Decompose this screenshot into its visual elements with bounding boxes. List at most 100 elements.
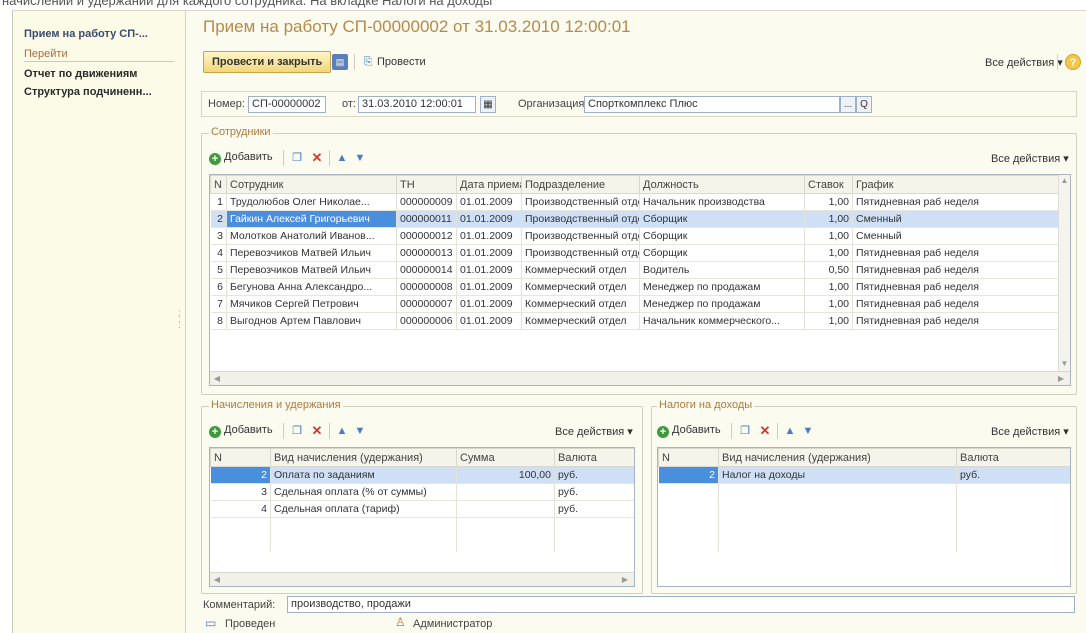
table-cell[interactable]: Коммерческий отдел bbox=[521, 295, 640, 313]
table-cell[interactable]: Сборщик bbox=[639, 227, 805, 245]
column-header[interactable]: Подразделение bbox=[521, 175, 640, 194]
table-cell[interactable]: Молотков Анатолий Иванов... bbox=[226, 227, 397, 245]
table-row[interactable]: 6 Бегунова Анна Александро... 000000008 01.… bbox=[210, 278, 1059, 296]
column-header[interactable]: ТН bbox=[396, 175, 457, 194]
move-up-icon[interactable]: ▲ bbox=[782, 423, 798, 439]
table-cell[interactable]: 8 bbox=[210, 312, 227, 330]
table-row[interactable]: 7 Мячиков Сергей Петрович 000000007 01.01.2… bbox=[210, 295, 1059, 313]
nav-link-movements-report[interactable]: Отчет по движениям bbox=[24, 68, 137, 80]
comment-field[interactable]: производство, продажи bbox=[287, 596, 1075, 613]
table-row[interactable]: 2 Оплата по заданиям 100,00 руб. bbox=[210, 466, 634, 484]
table-cell[interactable]: 000000006 bbox=[396, 312, 457, 330]
panel-splitter-handle[interactable]: ::: bbox=[178, 309, 181, 331]
table-cell[interactable]: 01.01.2009 bbox=[456, 227, 522, 245]
table-cell[interactable]: 5 bbox=[210, 261, 227, 279]
table-cell[interactable]: Коммерческий отдел bbox=[521, 312, 640, 330]
move-down-icon[interactable]: ▼ bbox=[352, 150, 368, 166]
post-button[interactable]: Провести bbox=[377, 56, 426, 68]
table-cell[interactable]: 6 bbox=[210, 278, 227, 296]
table-cell[interactable]: 01.01.2009 bbox=[456, 210, 522, 228]
table-cell[interactable]: 1,00 bbox=[804, 278, 853, 296]
table-cell[interactable]: 01.01.2009 bbox=[456, 312, 522, 330]
table-row[interactable]: 3 Сдельная оплата (% от суммы) руб. bbox=[210, 483, 634, 501]
table-cell[interactable]: Перевозчиков Матвей Ильич bbox=[226, 244, 397, 262]
employees-horizontal-scrollbar[interactable]: ◀ ▶ bbox=[210, 371, 1070, 385]
scroll-left-icon[interactable]: ◀ bbox=[210, 372, 224, 385]
accruals-all-actions-menu[interactable]: Все действия ▾ bbox=[555, 425, 633, 438]
column-header[interactable]: N bbox=[658, 448, 719, 467]
column-header[interactable]: Вид начисления (удержания) bbox=[270, 448, 457, 467]
delete-icon[interactable]: ✕ bbox=[309, 423, 325, 439]
table-cell[interactable]: Сдельная оплата (% от суммы) bbox=[270, 483, 457, 501]
table-cell[interactable]: 000000008 bbox=[396, 278, 457, 296]
column-header[interactable]: График bbox=[852, 175, 1059, 194]
table-cell[interactable]: 2 bbox=[210, 466, 271, 484]
table-row[interactable]: 5 Перевозчиков Матвей Ильич 000000014 01.01… bbox=[210, 261, 1059, 279]
table-cell[interactable]: 1,00 bbox=[804, 244, 853, 262]
delete-icon[interactable]: ✕ bbox=[757, 423, 773, 439]
table-cell[interactable]: Пятидневная раб неделя bbox=[852, 244, 1059, 262]
scroll-left-icon[interactable]: ◀ bbox=[210, 573, 224, 586]
accruals-add-button[interactable]: + Добавить bbox=[209, 424, 273, 438]
table-cell[interactable]: 000000012 bbox=[396, 227, 457, 245]
table-cell[interactable]: Пятидневная раб неделя bbox=[852, 295, 1059, 313]
table-cell[interactable]: Перевозчиков Матвей Ильич bbox=[226, 261, 397, 279]
table-cell[interactable]: Коммерческий отдел bbox=[521, 278, 640, 296]
copy-icon[interactable]: ❐ bbox=[289, 423, 305, 439]
table-cell[interactable]: руб. bbox=[554, 500, 634, 518]
table-row[interactable]: 1 Трудолюбов Олег Николае... 000000009 01.0… bbox=[210, 193, 1059, 211]
column-header[interactable]: Сумма bbox=[456, 448, 555, 467]
table-cell[interactable]: 2 bbox=[210, 210, 227, 228]
accruals-horizontal-scrollbar[interactable]: ◀ ▶ bbox=[210, 572, 634, 586]
column-header[interactable]: Валюта bbox=[554, 448, 634, 467]
table-cell[interactable]: Налог на доходы bbox=[718, 466, 957, 484]
table-cell[interactable]: 4 bbox=[210, 244, 227, 262]
scroll-down-icon[interactable]: ▼ bbox=[1059, 358, 1070, 370]
table-cell[interactable]: 01.01.2009 bbox=[456, 244, 522, 262]
table-cell[interactable]: руб. bbox=[956, 466, 1070, 484]
column-header[interactable]: Валюта bbox=[956, 448, 1070, 467]
table-cell[interactable]: Начальник коммерческого... bbox=[639, 312, 805, 330]
table-cell[interactable]: Трудолюбов Олег Николае... bbox=[226, 193, 397, 211]
move-down-icon[interactable]: ▼ bbox=[800, 423, 816, 439]
table-cell[interactable]: Производственный отдел bbox=[521, 244, 640, 262]
table-cell[interactable]: 1,00 bbox=[804, 210, 853, 228]
table-cell[interactable]: руб. bbox=[554, 466, 634, 484]
organization-field[interactable]: Спорткомплекс Плюс bbox=[584, 96, 840, 113]
column-header[interactable]: Дата приема bbox=[456, 175, 522, 194]
move-up-icon[interactable]: ▲ bbox=[334, 423, 350, 439]
table-cell[interactable]: Пятидневная раб неделя bbox=[852, 312, 1059, 330]
help-icon[interactable]: ? bbox=[1065, 54, 1081, 70]
table-cell[interactable]: 000000009 bbox=[396, 193, 457, 211]
table-cell[interactable]: Пятидневная раб неделя bbox=[852, 193, 1059, 211]
table-cell[interactable]: Производственный отдел bbox=[521, 210, 640, 228]
table-cell[interactable]: Гайкин Алексей Григорьевич bbox=[226, 210, 397, 228]
table-cell[interactable]: Бегунова Анна Александро... bbox=[226, 278, 397, 296]
calendar-icon[interactable]: ▦ bbox=[480, 96, 496, 113]
table-cell[interactable]: Сдельная оплата (тариф) bbox=[270, 500, 457, 518]
copy-icon[interactable]: ❐ bbox=[737, 423, 753, 439]
table-cell[interactable]: 000000007 bbox=[396, 295, 457, 313]
table-cell[interactable]: Пятидневная раб неделя bbox=[852, 261, 1059, 279]
table-cell[interactable]: Сборщик bbox=[639, 210, 805, 228]
table-cell[interactable]: Сборщик bbox=[639, 244, 805, 262]
post-and-close-button[interactable]: Провести и закрыть bbox=[203, 51, 332, 73]
column-header[interactable]: Сотрудник bbox=[226, 175, 397, 194]
number-field[interactable]: СП-00000002 bbox=[248, 96, 326, 113]
table-cell[interactable]: 1,00 bbox=[804, 193, 853, 211]
table-cell[interactable]: Мячиков Сергей Петрович bbox=[226, 295, 397, 313]
column-header[interactable]: Вид начисления (удержания) bbox=[718, 448, 957, 467]
table-cell[interactable]: руб. bbox=[554, 483, 634, 501]
save-icon[interactable]: ▤ bbox=[332, 54, 348, 70]
table-cell[interactable]: 4 bbox=[210, 500, 271, 518]
copy-icon[interactable]: ❐ bbox=[289, 150, 305, 166]
taxes-all-actions-menu[interactable]: Все действия ▾ bbox=[991, 425, 1069, 438]
table-row[interactable]: 2 Гайкин Алексей Григорьевич 000000011 01.0… bbox=[210, 210, 1059, 228]
table-cell[interactable]: 3 bbox=[210, 227, 227, 245]
table-cell[interactable]: Сменный bbox=[852, 227, 1059, 245]
table-cell[interactable]: 2 bbox=[658, 466, 719, 484]
all-actions-menu[interactable]: Все действия ▾ bbox=[985, 56, 1063, 69]
table-row[interactable]: 4 Перевозчиков Матвей Ильич 000000013 01.01… bbox=[210, 244, 1059, 262]
nav-current-document[interactable]: Прием на работу СП-... bbox=[24, 28, 148, 40]
table-row[interactable]: 8 Выгоднов Артем Павлович 000000006 01.01.2… bbox=[210, 312, 1059, 330]
